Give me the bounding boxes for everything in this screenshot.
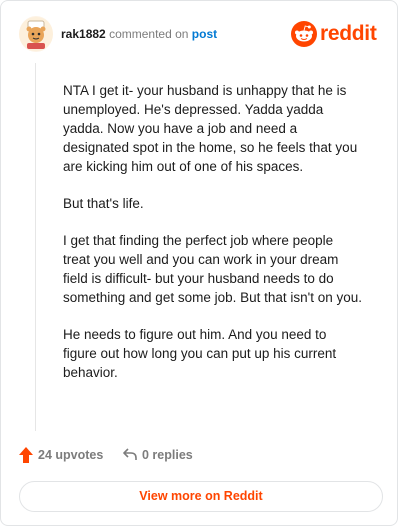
username-link[interactable]: rak1882 (61, 27, 106, 41)
reddit-wordmark: reddit (320, 22, 377, 45)
reddit-logo-icon (291, 21, 317, 47)
comment-actions: 24 upvotes 0 replies (18, 445, 318, 465)
upvote-count[interactable]: 24 upvotes (38, 448, 103, 462)
avatar[interactable] (19, 16, 53, 52)
comment-paragraph: NTA I get it- your husband is unhappy th… (63, 83, 358, 174)
comment-paragraph: I get that finding the perfect job where… (63, 233, 363, 305)
reply-count[interactable]: 0 replies (142, 448, 193, 462)
reddit-brand[interactable]: reddit (291, 21, 381, 47)
post-link[interactable]: post (192, 27, 217, 41)
comment-body: NTA I get it- your husband is unhappy th… (63, 81, 363, 400)
embedded-comment-card: rak1882 commented on post reddit NTA I g… (0, 0, 398, 526)
comment-paragraph: He needs to figure out him. And you need… (63, 327, 337, 380)
view-more-button[interactable]: View more on Reddit (19, 481, 383, 512)
upvote-arrow-icon[interactable] (18, 446, 34, 464)
comment-header: rak1882 commented on post reddit (19, 16, 381, 56)
reply-arrow-icon[interactable] (123, 448, 137, 461)
thread-line (35, 63, 36, 431)
comment-meta: rak1882 commented on post (61, 27, 217, 41)
comment-paragraph: But that's life. (63, 196, 144, 211)
action-text: commented on (109, 27, 189, 41)
